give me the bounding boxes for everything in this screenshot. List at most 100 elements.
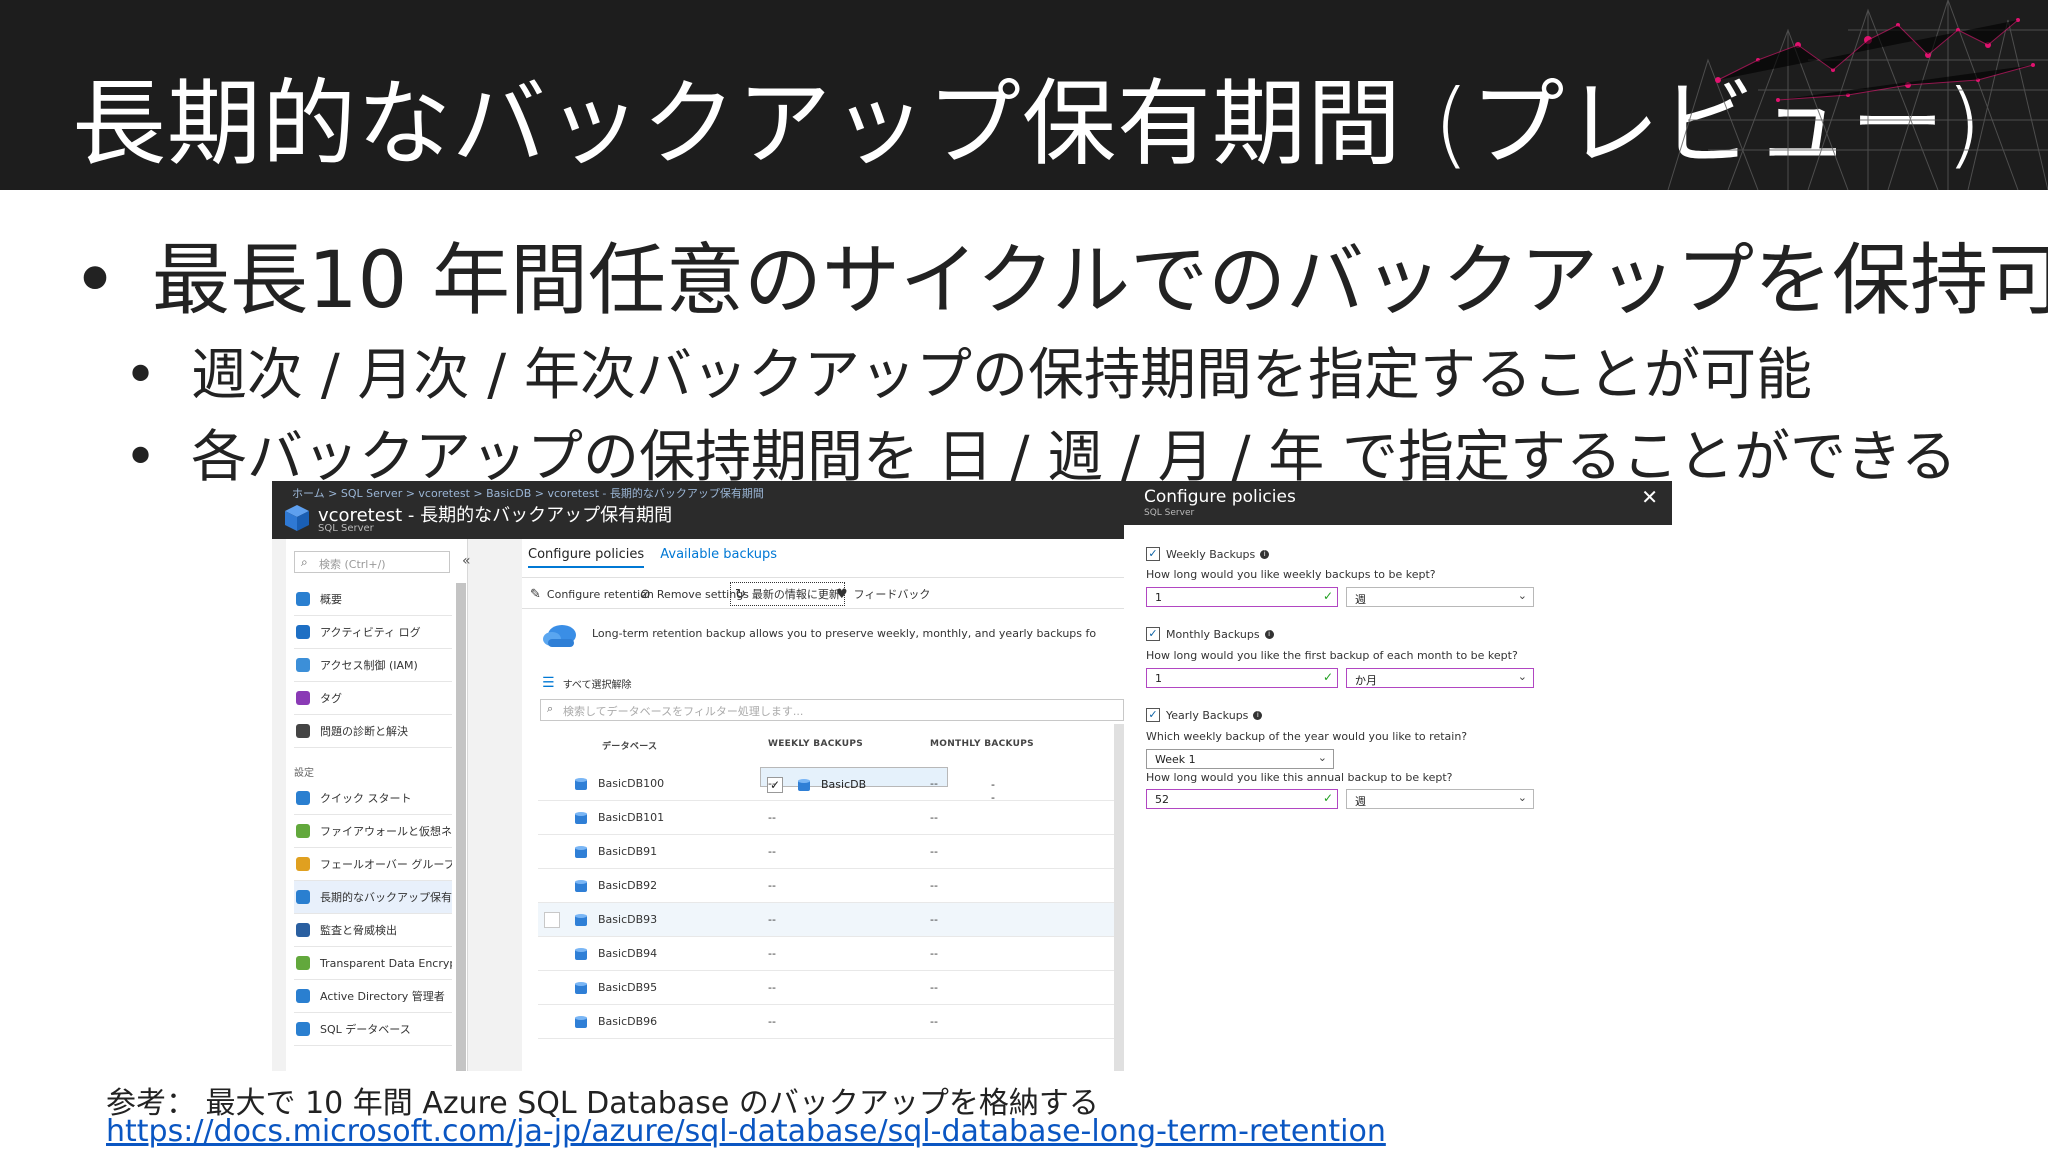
weekly-retention-input[interactable]: 1 ✓ xyxy=(1146,587,1338,607)
table-row[interactable]: BasicDB91 -- -- xyxy=(538,835,1124,869)
collapse-menu-icon[interactable]: « xyxy=(462,553,471,569)
reference-link[interactable]: https://docs.microsoft.com/ja-jp/azure/s… xyxy=(106,1114,1386,1149)
menu-item[interactable]: クイック スタート xyxy=(294,782,452,815)
iam-icon xyxy=(296,658,310,672)
failover-icon xyxy=(296,857,310,871)
tag-icon xyxy=(296,691,310,705)
menu-item[interactable]: SQL データベース xyxy=(294,1013,452,1046)
weekly-backups-value: -- xyxy=(768,811,776,824)
menu-item[interactable]: タグ xyxy=(294,682,452,715)
table-row[interactable]: BasicDB95 -- -- xyxy=(538,971,1124,1005)
weekly-question: How long would you like weekly backups t… xyxy=(1146,568,1436,581)
menu-item[interactable]: Transparent Data Encryp... xyxy=(294,947,452,980)
close-icon[interactable]: ✕ xyxy=(1641,485,1658,509)
refresh-button[interactable]: ↻ 最新の情報に更新 xyxy=(730,582,845,606)
yearly-keep-question: How long would you like this annual back… xyxy=(1146,771,1453,784)
column-header-monthly[interactable]: MONTHLY BACKUPS xyxy=(930,739,1034,749)
city-network-decoration xyxy=(1667,0,2048,190)
weekly-backups-checkbox[interactable]: ✓ Weekly Backups i xyxy=(1146,547,1270,561)
yearly-week-select[interactable]: Week 1 ⌄ xyxy=(1146,749,1334,769)
blade-subtitle: SQL Server xyxy=(318,523,374,534)
table-row[interactable]: BasicDB92 -- -- xyxy=(538,869,1124,903)
column-header-database[interactable]: データベース xyxy=(602,739,657,752)
menu-search-input[interactable]: ⌕ 検索 (Ctrl+/) xyxy=(294,551,450,573)
database-name: BasicDB100 xyxy=(598,777,665,790)
database-name: BasicDB96 xyxy=(598,1015,658,1028)
monthly-question: How long would you like the first backup… xyxy=(1146,649,1518,662)
table-row[interactable]: BasicDB100 -- -- xyxy=(538,767,1124,801)
monthly-backups-checkbox[interactable]: ✓ Monthly Backups i xyxy=(1146,627,1274,641)
feedback-button[interactable]: ♥ フィードバック xyxy=(832,582,934,606)
activity-log-icon xyxy=(296,625,310,639)
row-checkbox[interactable] xyxy=(544,912,560,928)
sql-server-icon xyxy=(296,592,310,606)
command-bar: ✎ Configure retention ⊘ Remove settings … xyxy=(522,577,1124,609)
tab-configure-policies[interactable]: Configure policies xyxy=(528,547,645,568)
bullet-sub-1: • 週次 / 月次 / 年次バックアップの保持期間を指定することが可能 xyxy=(124,343,1812,408)
deselect-all-button[interactable]: ☰ すべて選択解除 xyxy=(542,675,631,691)
weekly-backups-value: -- xyxy=(768,1015,776,1028)
sql-database-icon xyxy=(575,982,587,994)
checkbox-checked-icon: ✓ xyxy=(1146,547,1160,561)
cloud-backup-icon xyxy=(543,625,576,647)
bullet-dot: • xyxy=(124,343,158,408)
weekly-unit-select[interactable]: 週 ⌄ xyxy=(1346,587,1534,607)
menu-item-label: フェールオーバー グループ xyxy=(320,858,452,871)
tab-available-backups[interactable]: Available backups xyxy=(660,547,777,566)
valid-check-icon: ✓ xyxy=(1322,589,1333,603)
menu-scrollbar[interactable] xyxy=(456,583,466,1071)
menu-item-label: Active Directory 管理者 xyxy=(320,990,445,1003)
menu-item-label: SQL データベース xyxy=(320,1023,411,1036)
audit-icon xyxy=(296,923,310,937)
weekly-backups-value: -- xyxy=(768,879,776,892)
menu-item[interactable]: 概要 xyxy=(294,583,452,616)
policies-title: Configure policies xyxy=(1144,487,1296,507)
checkbox-checked-icon: ✓ xyxy=(1146,627,1160,641)
menu-item[interactable]: 問題の診断と解決 xyxy=(294,715,452,748)
quickstart-icon xyxy=(296,791,310,805)
menu-item-label: ファイアウォールと仮想ネットワーク xyxy=(320,825,452,838)
yearly-unit-select[interactable]: 週 ⌄ xyxy=(1346,789,1534,809)
menu-item[interactable]: アクティビティ ログ xyxy=(294,616,452,649)
database-filter-input[interactable]: ⌕ 検索してデータベースをフィルター処理します... xyxy=(540,699,1124,721)
menu-item-label: アクセス制御 (IAM) xyxy=(320,659,418,672)
menu-item-label: クイック スタート xyxy=(320,792,412,805)
table-row[interactable]: BasicDB93 -- -- xyxy=(538,903,1124,937)
menu-item[interactable]: Active Directory 管理者 xyxy=(294,980,452,1013)
monthly-backups-value: -- xyxy=(930,777,938,790)
yearly-retention-input[interactable]: 52 ✓ xyxy=(1146,789,1338,809)
monthly-backups-value: -- xyxy=(930,879,938,892)
monthly-retention-input[interactable]: 1 ✓ xyxy=(1146,668,1338,688)
database-name: BasicDB93 xyxy=(598,913,658,926)
menu-item[interactable]: 監査と脅威検出 xyxy=(294,914,452,947)
monthly-backups-value: -- xyxy=(930,913,938,926)
bullet-dot: • xyxy=(124,425,158,490)
menu-item[interactable]: ファイアウォールと仮想ネットワーク xyxy=(294,815,452,848)
info-banner: Long-term retention backup allows you to… xyxy=(542,619,1124,659)
backup-retention-icon xyxy=(296,890,310,904)
menu-item[interactable]: 長期的なバックアップ保有期間 xyxy=(294,881,452,914)
yearly-backups-checkbox[interactable]: ✓ Yearly Backups i xyxy=(1146,708,1263,722)
menu-item[interactable]: フェールオーバー グループ xyxy=(294,848,452,881)
table-scrollbar[interactable] xyxy=(1114,724,1124,1071)
valid-check-icon: ✓ xyxy=(1322,791,1333,805)
sql-database-icon xyxy=(575,846,587,858)
table-row[interactable]: BasicDB96 -- -- xyxy=(538,1005,1124,1039)
refresh-icon: ↻ xyxy=(735,586,746,602)
menu-item[interactable]: アクセス制御 (IAM) xyxy=(294,649,452,682)
column-header-weekly[interactable]: WEEKLY BACKUPS xyxy=(768,739,863,749)
info-text: Long-term retention backup allows you to… xyxy=(592,627,1097,640)
table-row[interactable]: BasicDB101 -- -- xyxy=(538,801,1124,835)
slide-header: 長期的なバックアップ保有期間 (プレビュー) xyxy=(0,0,2048,190)
weekly-backups-value: -- xyxy=(768,947,776,960)
breadcrumb[interactable]: ホーム > SQL Server > vcoretest > BasicDB >… xyxy=(292,485,764,501)
sql-database-icon xyxy=(575,948,587,960)
table-row[interactable]: BasicDB94 -- -- xyxy=(538,937,1124,971)
block-icon: ⊘ xyxy=(640,586,651,602)
monthly-backups-value: -- xyxy=(930,1015,938,1028)
menu-item-label: アクティビティ ログ xyxy=(320,626,421,639)
info-icon: i xyxy=(1264,629,1274,639)
valid-check-icon: ✓ xyxy=(1322,670,1333,684)
sql-db-icon xyxy=(296,1022,310,1036)
monthly-unit-select[interactable]: か月 ⌄ xyxy=(1346,668,1534,688)
